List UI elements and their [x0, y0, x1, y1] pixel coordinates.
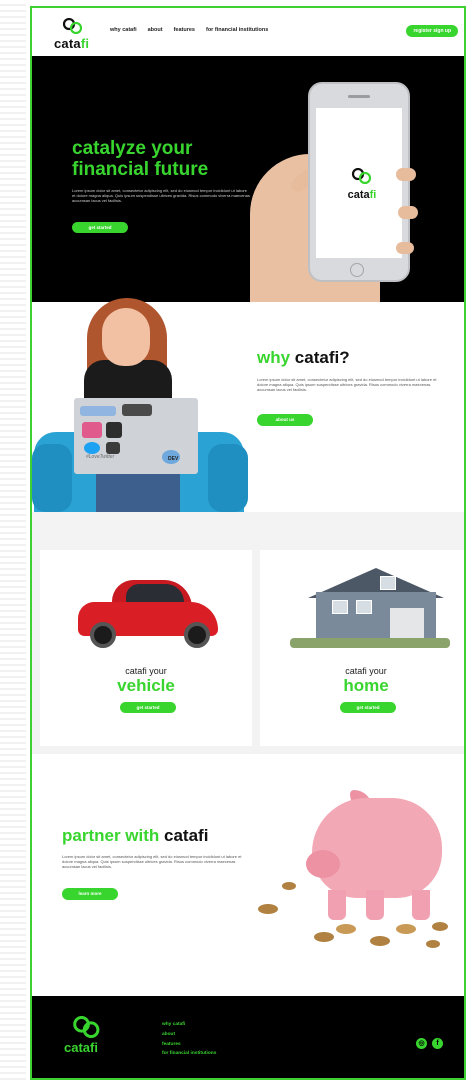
house-window — [380, 576, 396, 590]
coin-image — [314, 932, 334, 942]
footer-logo-word-part1: cata — [64, 1040, 91, 1055]
home-get-started-button[interactable]: get started — [340, 702, 396, 713]
sticker — [106, 442, 120, 454]
logo-wordmark: catafi — [54, 36, 89, 51]
vehicle-get-started-button[interactable]: get started — [120, 702, 176, 713]
footer-links: why catafi about features for financial … — [162, 1022, 216, 1061]
top-nav: catafi why catafi about features for fin… — [32, 8, 464, 56]
sticker-text: #LoveTwitter — [86, 454, 115, 460]
footer-logo-word-part2: fi — [90, 1040, 98, 1055]
sticker — [80, 406, 116, 416]
cards-section: catafi your vehicle get started catafi y… — [32, 512, 464, 754]
house-window — [356, 600, 372, 614]
phone-home-button — [350, 263, 364, 277]
footer-link-why-catafi[interactable]: why catafi — [162, 1022, 216, 1027]
hero-get-started-button[interactable]: get started — [72, 222, 128, 233]
card-title: vehicle — [117, 676, 175, 695]
car-window-image — [126, 584, 184, 602]
nav-links: why catafi about features for financial … — [110, 27, 268, 33]
why-title: why catafi? — [257, 348, 350, 368]
pig-leg-image — [328, 890, 346, 920]
page-frame: catafi why catafi about features for fin… — [30, 6, 466, 1080]
woman-jeans-image — [96, 472, 180, 512]
logo[interactable]: catafi — [54, 18, 94, 51]
partner-title-part2: catafi — [164, 826, 209, 845]
nav-link-about[interactable]: about — [148, 27, 163, 33]
hero-section: catalyze your financial future Lorem ips… — [32, 56, 464, 302]
coin-image — [336, 924, 356, 934]
coin-image — [426, 940, 440, 948]
phone-logo-word-part1: cata — [347, 189, 370, 201]
logo-word-part2: fi — [80, 36, 90, 51]
partner-title: partner with catafi — [62, 826, 208, 846]
pig-leg-image — [366, 890, 384, 920]
left-edge-strip — [0, 0, 26, 1083]
partner-body: Lorem ipsum dolor sit amet, consectetur … — [62, 854, 242, 870]
logo-word-part1: cata — [54, 36, 81, 51]
phone-logo-word: catafi — [344, 189, 380, 201]
finger-3 — [396, 242, 414, 254]
why-title-part1: why — [257, 348, 295, 367]
partner-title-part1: partner with — [62, 826, 165, 845]
lawn-image — [290, 638, 450, 648]
footer-link-financial-institutions[interactable]: for financial institutions — [162, 1051, 216, 1056]
footer: catafi why catafi about features for fin… — [32, 996, 464, 1078]
piggy-bank-image — [312, 798, 442, 898]
card-title: home — [343, 676, 389, 695]
coin-image — [258, 904, 278, 914]
why-title-part2: catafi? — [294, 348, 350, 367]
phone-logo-icon — [351, 167, 372, 185]
footer-logo-word: catafi — [64, 1040, 98, 1055]
car-wheel-image — [90, 622, 116, 648]
phone-image: catafi — [308, 82, 410, 282]
why-body: Lorem ipsum dolor sit amet, consectetur … — [257, 377, 437, 393]
register-button[interactable]: register sign up — [406, 25, 458, 37]
footer-link-features[interactable]: features — [162, 1042, 216, 1047]
woman-face-image — [102, 308, 150, 366]
finger-1 — [396, 168, 416, 181]
hero-body: Lorem ipsum dolor sit amet, consectetur … — [72, 188, 250, 204]
car-wheel-image — [184, 622, 210, 648]
instagram-icon[interactable]: ◎ — [416, 1038, 427, 1049]
about-us-button[interactable]: about us — [257, 414, 313, 426]
sticker — [82, 422, 102, 438]
laptop-image: #LoveTwitter DEV — [74, 398, 198, 474]
coin-image — [282, 882, 296, 890]
coin-image — [432, 922, 448, 931]
logo-icon — [62, 18, 83, 34]
footer-link-about[interactable]: about — [162, 1032, 216, 1037]
partner-section: partner with catafi Lorem ipsum dolor si… — [32, 754, 464, 996]
pig-snout-image — [306, 850, 340, 878]
why-section: #LoveTwitter DEV why catafi? Lorem ipsum… — [32, 298, 464, 512]
phone-logo: catafi — [344, 167, 380, 201]
sticker — [106, 422, 122, 438]
hero-title: catalyze your financial future — [72, 138, 209, 180]
nav-link-financial-institutions[interactable]: for financial institutions — [206, 27, 268, 33]
pig-leg-image — [412, 890, 430, 920]
coin-image — [370, 936, 390, 946]
garage-door-image — [390, 608, 424, 642]
chair-arm-left — [32, 444, 72, 512]
coin-image — [396, 924, 416, 934]
house-window — [332, 600, 348, 614]
footer-logo-icon — [73, 1016, 100, 1038]
chair-arm-right — [208, 444, 248, 512]
twitter-icon — [84, 442, 100, 454]
card-label: catafi your — [125, 666, 167, 676]
nav-link-why-catafi[interactable]: why catafi — [110, 27, 137, 33]
phone-logo-word-part2: fi — [369, 189, 377, 201]
nav-link-features[interactable]: features — [174, 27, 195, 33]
card-label: catafi your — [345, 666, 387, 676]
finger-2 — [398, 206, 418, 219]
card-vehicle: catafi your vehicle get started — [40, 550, 252, 746]
facebook-icon[interactable]: f — [432, 1038, 443, 1049]
sticker-text: DEV — [168, 456, 179, 462]
phone-speaker — [348, 95, 370, 98]
sticker — [122, 404, 152, 416]
learn-more-button[interactable]: learn more — [62, 888, 118, 900]
phone-screen: catafi — [316, 108, 402, 258]
card-home: catafi your home get started — [260, 550, 464, 746]
